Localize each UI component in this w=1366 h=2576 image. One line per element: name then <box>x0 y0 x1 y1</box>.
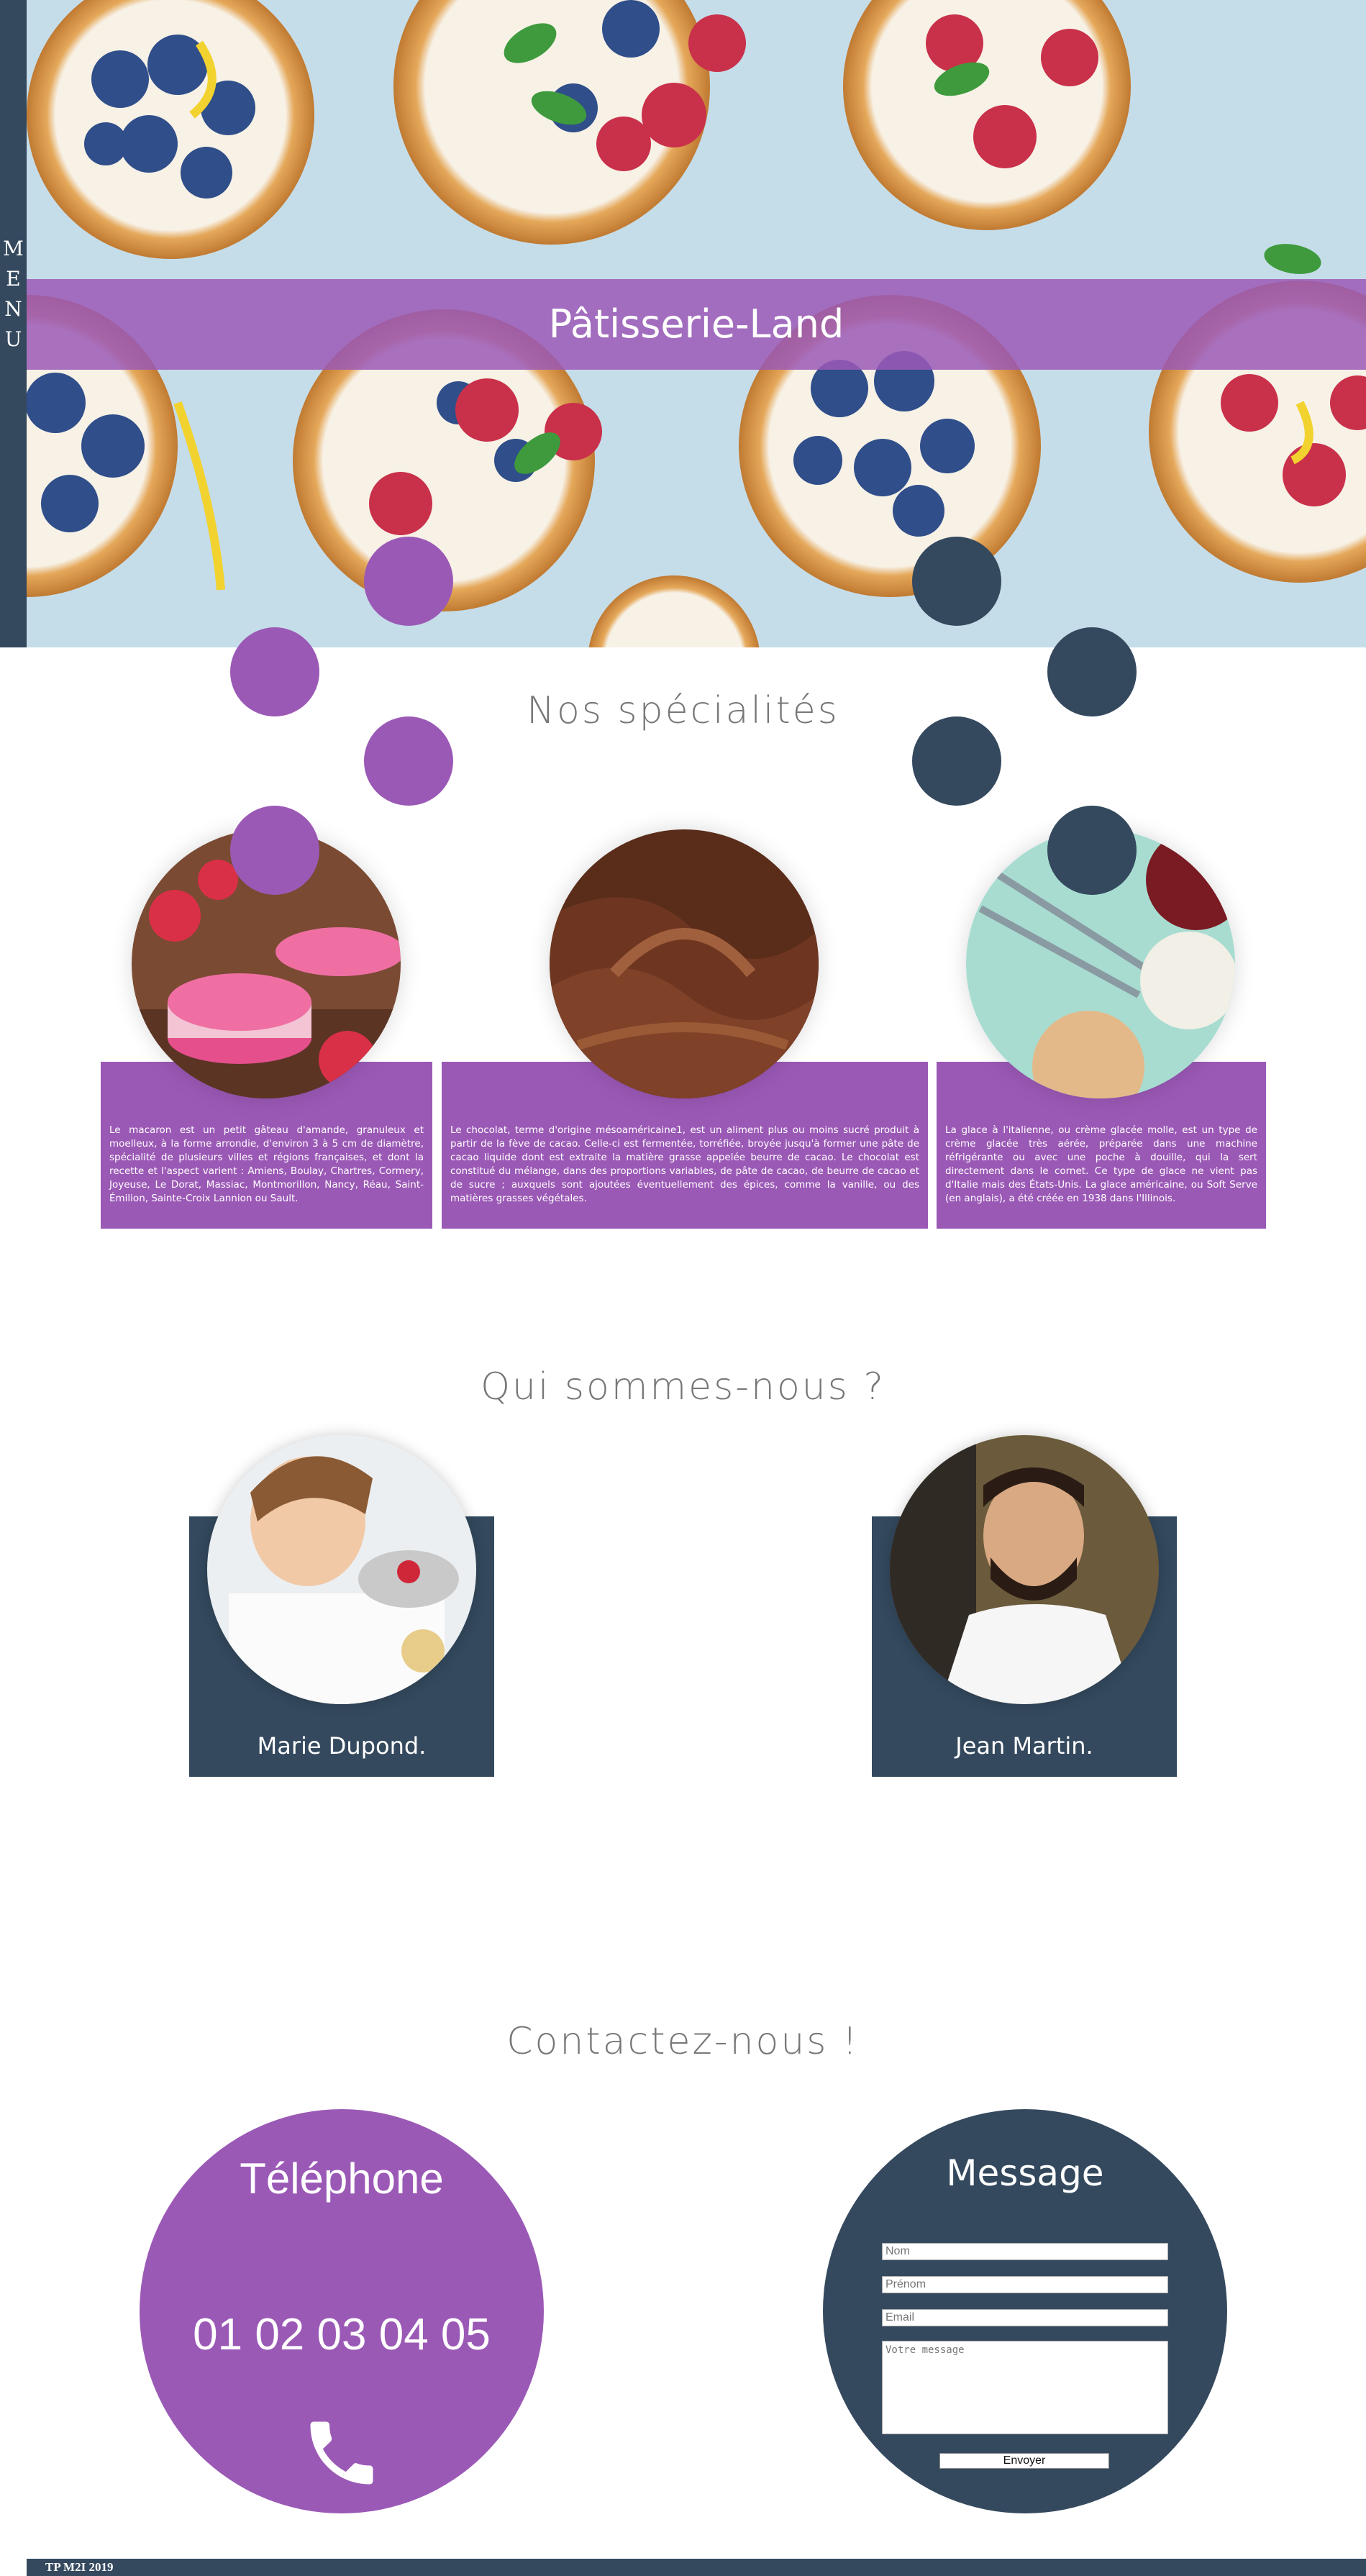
phone-icon[interactable] <box>300 2411 383 2495</box>
phone-circle: Téléphone 01 02 03 04 05 <box>140 2109 544 2513</box>
ice-cream-description: La glace à l'italienne, ou crème glacée … <box>945 1124 1257 1204</box>
phone-title: Téléphone <box>240 2154 444 2203</box>
specialties-title: Nos spécialités <box>527 689 839 732</box>
phone-number[interactable]: 01 02 03 04 05 <box>140 2309 544 2360</box>
decorative-dot <box>912 716 1001 806</box>
decorative-dot <box>364 537 453 626</box>
decorative-dot <box>364 716 453 806</box>
footer-text: TP M2I 2019 <box>45 2560 114 2574</box>
hero-banner: Pâtisserie-Land <box>27 279 1366 370</box>
site-title[interactable]: Pâtisserie-Land <box>27 279 1366 370</box>
menu-label[interactable]: MENU <box>0 234 27 355</box>
team-member-name: Marie Dupond. <box>257 1732 427 1760</box>
team-member-photo <box>207 1435 476 1704</box>
email-input[interactable] <box>882 2309 1168 2326</box>
contact-title: Contactez-nous ! <box>506 2020 860 2063</box>
team-member-name: Jean Martin. <box>955 1732 1093 1760</box>
send-button[interactable]: Envoyer <box>939 2453 1109 2469</box>
message-circle: Message Envoyer <box>823 2109 1227 2513</box>
team-title: Qui sommes-nous ? <box>481 1365 885 1408</box>
decorative-dot <box>1047 627 1137 716</box>
decorative-dot <box>912 537 1001 626</box>
decorative-dot <box>1047 806 1137 895</box>
sidebar-menu[interactable]: MENU <box>0 0 27 647</box>
message-textarea[interactable] <box>882 2341 1168 2434</box>
decorative-dot <box>230 627 319 716</box>
decorative-dot <box>230 806 319 895</box>
macaron-description: Le macaron est un petit gâteau d'amande,… <box>109 1124 424 1204</box>
prenom-input[interactable] <box>882 2276 1168 2293</box>
team-member-photo <box>890 1435 1159 1704</box>
chocolate-image <box>550 829 819 1098</box>
nom-input[interactable] <box>882 2243 1168 2260</box>
message-title: Message <box>946 2152 1104 2194</box>
chocolate-description: Le chocolat, terme d'origine mésoamérica… <box>450 1124 919 1204</box>
footer: TP M2I 2019 <box>27 2559 1366 2576</box>
